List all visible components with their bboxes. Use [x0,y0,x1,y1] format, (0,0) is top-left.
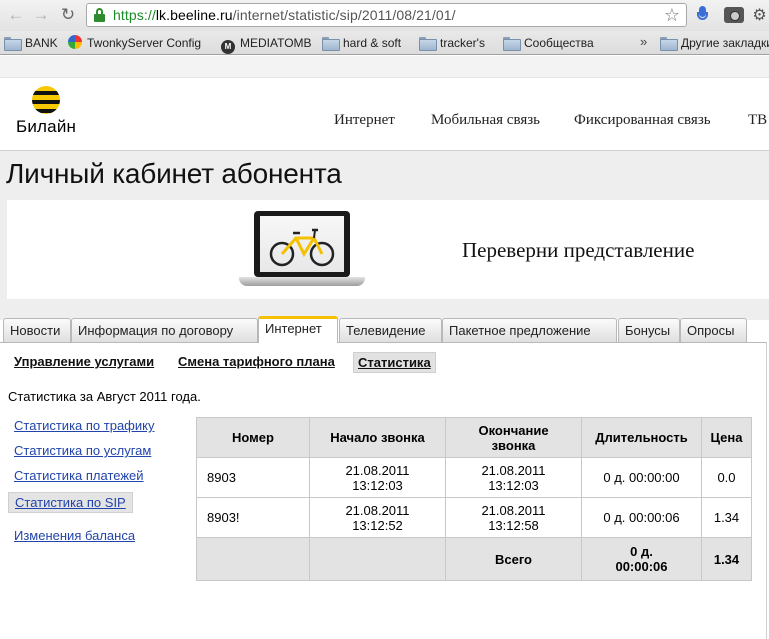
total-duration: 0 д. 00:00:06 [581,537,702,581]
cell-price: 0.0 [701,457,752,498]
tab-news[interactable]: Новости [3,318,71,343]
folder-icon [322,37,340,51]
bookmark-communities[interactable]: Сообщества [503,35,594,51]
folder-icon [4,37,22,51]
cell-empty [309,537,446,581]
beeline-logo-icon [32,86,60,114]
banner-text: Переверни представление [462,238,695,262]
cell-number: 8903 [196,457,310,498]
folder-icon [419,37,437,51]
link-sip-stats[interactable]: Статистика по SIP [8,492,133,513]
cell-start: 21.08.2011 13:12:52 [309,497,446,538]
laptop-bicycle-image [237,210,367,298]
cell-duration: 0 д. 00:00:00 [581,457,702,498]
table-header-row: Номер Начало звонка Окончание звонка Дли… [196,417,752,458]
link-traffic-stats[interactable]: Статистика по трафику [8,416,160,435]
subnav-tariff-change[interactable]: Смена тарифного плана [174,352,339,371]
twonky-icon [68,35,82,49]
cell-duration: 0 д. 00:00:06 [581,497,702,538]
reload-icon[interactable]: ↻ [58,5,78,25]
bookmarks-bar: BANK TwonkyServer Config M MEDIATOMB hard… [0,31,769,55]
period-caption: Статистика за Август 2011 года. [8,389,201,404]
cell-empty [196,537,310,581]
logo-text: Билайн [16,117,77,136]
folder-icon [660,37,678,51]
nav-mobile[interactable]: Мобильная связь [431,112,540,129]
page-title: Личный кабинет абонента [6,158,342,189]
tab-polls[interactable]: Опросы [680,318,747,343]
bookmarks-overflow-icon[interactable]: » [640,34,647,49]
col-duration: Длительность [581,417,702,458]
bookmark-mediatomb[interactable]: M MEDIATOMB [221,35,312,54]
col-end: Окончание звонка [445,417,582,458]
banner-area: Переверни представление [0,200,769,320]
microphone-icon[interactable] [697,6,708,24]
table-row: 8903! 21.08.2011 13:12:52 21.08.2011 13:… [196,497,752,538]
tab-internet[interactable]: Интернет [258,316,338,343]
forward-icon[interactable]: → [31,5,51,25]
bookmark-bank[interactable]: BANK [4,35,58,51]
tab-television[interactable]: Телевидение [339,318,442,343]
subnav-service-management[interactable]: Управление услугами [10,352,158,371]
header-band: Личный кабинет абонента [0,150,769,200]
bookmark-trackers[interactable]: tracker's [419,35,485,51]
lock-icon [94,8,105,22]
cell-price: 1.34 [701,497,752,538]
beeline-logo[interactable]: Билайн [16,86,82,136]
bookmark-twonky[interactable]: TwonkyServer Config [68,35,201,51]
tab-bar: Новости Информация по договору Интернет … [0,316,769,343]
table-row: 8903 21.08.2011 13:12:03 21.08.2011 13:1… [196,457,752,498]
total-label: Всего [445,537,582,581]
page: Билайн Интернет Мобильная связь Фиксиров… [0,56,769,639]
col-price: Цена [701,417,752,458]
col-number: Номер [196,417,310,458]
camera-extension-icon[interactable] [724,7,744,23]
link-balance-changes[interactable]: Изменения баланса [8,526,141,545]
sip-stats-table: Номер Начало звонка Окончание звонка Дли… [196,417,752,581]
bookmark-other[interactable]: Другие закладки [660,35,769,51]
link-payments-stats[interactable]: Статистика платежей [8,466,150,485]
cell-start: 21.08.2011 13:12:03 [309,457,446,498]
subnav-statistics[interactable]: Статистика [353,352,436,373]
nav-fixed[interactable]: Фиксированная связь [574,112,711,129]
tab-contract-info[interactable]: Информация по договору [71,318,258,343]
link-services-stats[interactable]: Статистика по услугам [8,441,157,460]
browser-toolbar: ← → ↻ https://lk.beeline.ru/internet/sta… [0,0,769,31]
nav-tv[interactable]: ТВ [748,112,767,129]
address-bar[interactable]: https://lk.beeline.ru/internet/statistic… [86,3,687,27]
bookmark-hard-soft[interactable]: hard & soft [322,35,401,51]
back-icon[interactable]: ← [6,5,26,25]
mediatomb-icon: M [221,40,235,54]
table-total-row: Всего 0 д. 00:00:06 1.34 [196,537,752,581]
tab-package-offer[interactable]: Пакетное предложение [442,318,617,343]
wrench-icon[interactable]: ⚙ [750,6,769,25]
cell-number: 8903! [196,497,310,538]
nav-internet[interactable]: Интернет [334,112,395,129]
cell-end: 21.08.2011 13:12:58 [445,497,582,538]
cell-end: 21.08.2011 13:12:03 [445,457,582,498]
tab-bonuses[interactable]: Бонусы [618,318,680,343]
col-start: Начало звонка [309,417,446,458]
folder-icon [503,37,521,51]
top-strip [0,56,769,78]
url-text[interactable]: https://lk.beeline.ru/internet/statistic… [113,7,456,23]
bookmark-star-icon[interactable]: ☆ [664,5,680,25]
total-price: 1.34 [701,537,752,581]
promo-banner[interactable]: Переверни представление [7,200,769,299]
